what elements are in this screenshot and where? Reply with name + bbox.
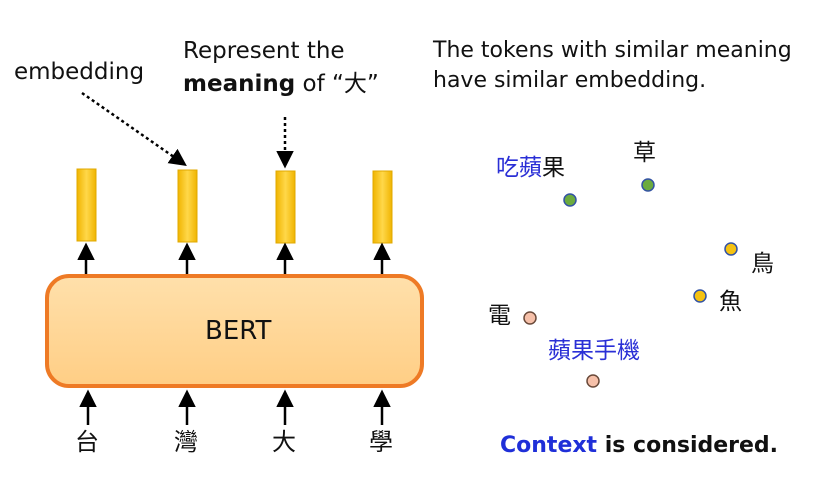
bert-label: BERT	[205, 316, 272, 346]
dot-bird	[724, 242, 738, 256]
word-apple-blue: 吃蘋	[496, 155, 542, 181]
dot-grass	[641, 178, 655, 192]
represent-line1: Represent the	[183, 38, 345, 64]
input-token-4: 學	[369, 428, 393, 456]
embedding-bar-4	[372, 170, 393, 244]
represent-bold: meaning	[183, 71, 296, 98]
similarity-note-line1: The tokens with similar meaning	[433, 38, 792, 63]
dot-fish	[693, 289, 707, 303]
similarity-note-line2: have similar embedding.	[433, 67, 707, 93]
context-note: Context is considered.	[500, 433, 778, 458]
dot-iphone	[586, 374, 600, 388]
represent-rest: of “大”	[295, 71, 379, 98]
word-fish: 魚	[719, 289, 742, 315]
context-highlight: Context	[500, 433, 598, 458]
word-apple-black: 果	[542, 155, 565, 181]
word-apple: 吃蘋果	[496, 155, 565, 181]
embedding-bar-2	[177, 169, 198, 243]
represent-label: Represent the meaning of “大”	[183, 35, 379, 102]
embedding-label: embedding	[14, 59, 145, 85]
dot-electric	[523, 311, 537, 325]
word-bird: 鳥	[751, 251, 774, 277]
dot-apple	[563, 193, 577, 207]
input-token-3: 大	[272, 428, 296, 456]
word-electric: 電	[488, 303, 511, 329]
embedding-bar-3	[275, 170, 296, 244]
input-token-1: 台	[75, 428, 99, 456]
embedding-pointer-arrow	[81, 91, 187, 166]
input-token-2: 灣	[174, 428, 198, 456]
similarity-note: The tokens with similar meaning have sim…	[433, 36, 792, 95]
word-iphone: 蘋果手機	[548, 338, 640, 364]
embedding-bar-1	[76, 168, 97, 242]
context-rest: is considered.	[597, 433, 779, 458]
word-grass: 草	[633, 140, 656, 166]
